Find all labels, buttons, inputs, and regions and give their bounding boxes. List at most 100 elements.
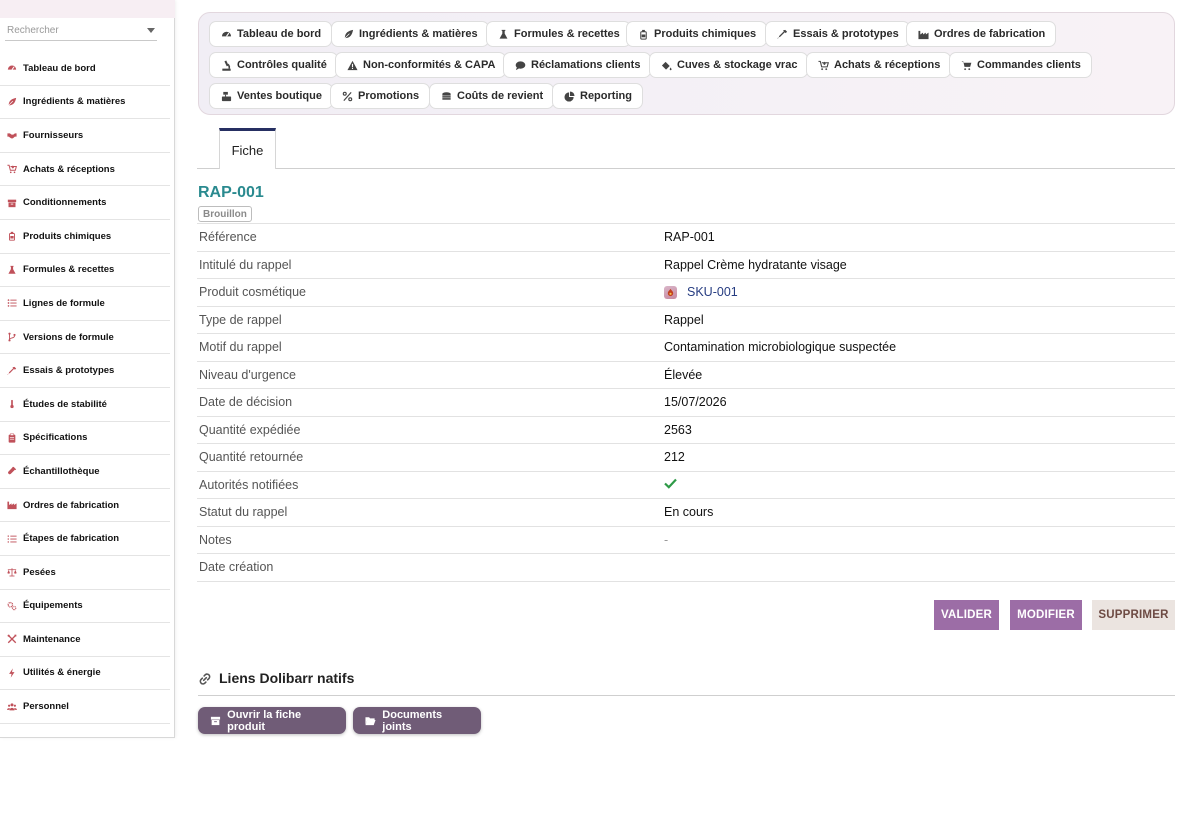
flask-icon xyxy=(6,264,18,276)
sidebar-item-0[interactable]: Tableau de bord xyxy=(0,52,170,86)
sidebar-item-15[interactable]: Pesées xyxy=(0,556,170,590)
sidebar-item-label: Ingrédients & matières xyxy=(23,96,126,108)
top-menu-button-9[interactable]: Cuves & stockage vrac xyxy=(649,52,809,78)
field-label: Intitulé du rappel xyxy=(199,257,292,272)
field-label: Quantité expédiée xyxy=(199,422,301,437)
gears-icon xyxy=(6,600,18,612)
bolt-icon xyxy=(6,667,18,679)
field-row: Autorités notifiées xyxy=(197,472,1175,499)
chevron-down-icon[interactable] xyxy=(147,27,155,33)
sidebar-item-6[interactable]: Formules & recettes xyxy=(0,254,170,288)
top-menu-button-10[interactable]: Achats & réceptions xyxy=(806,52,952,78)
comment-icon xyxy=(514,59,526,71)
documents-button[interactable]: Documents joints xyxy=(353,707,481,734)
sidebar-item-label: Pesées xyxy=(23,566,56,578)
sidebar-item-14[interactable]: Étapes de fabrication xyxy=(0,522,170,556)
top-menu-button-5[interactable]: Ordres de fabrication xyxy=(906,21,1057,47)
top-menu-button-14[interactable]: Coûts de revient xyxy=(429,83,555,109)
top-menu-button-label: Cuves & stockage vrac xyxy=(677,59,798,71)
field-value xyxy=(664,478,1175,492)
top-menu-button-1[interactable]: Ingrédients & matières xyxy=(331,21,489,47)
top-menu-button-2[interactable]: Formules & recettes xyxy=(486,21,631,47)
top-menu-button-11[interactable]: Commandes clients xyxy=(949,52,1092,78)
sidebar-item-5[interactable]: Produits chimiques xyxy=(0,220,170,254)
top-menu-button-label: Tableau de bord xyxy=(237,28,322,40)
percent-icon xyxy=(341,90,353,102)
top-menu-button-label: Coûts de revient xyxy=(457,90,544,102)
chemical-bottle-icon xyxy=(6,230,18,242)
link-icon xyxy=(198,672,212,686)
search-input[interactable] xyxy=(7,24,137,36)
handshake-icon xyxy=(6,129,18,141)
field-value: En cours xyxy=(664,505,714,520)
sidebar-item-10[interactable]: Études de stabilité xyxy=(0,388,170,422)
sidebar-item-1[interactable]: Ingrédients & matières xyxy=(0,86,170,120)
top-menu-button-label: Produits chimiques xyxy=(654,28,757,40)
sidebar: Tableau de bord Ingrédients & matières Fou… xyxy=(0,0,175,738)
eyedropper-icon xyxy=(776,28,788,40)
tabs-bar: Fiche xyxy=(197,128,1175,169)
top-menu-button-7[interactable]: Non-conformités & CAPA xyxy=(335,52,507,78)
sidebar-item-label: Lignes de formule xyxy=(23,297,105,309)
field-row: Référence RAP-001 xyxy=(197,224,1175,252)
sidebar-item-label: Versions de formule xyxy=(23,331,114,343)
tab-fiche[interactable]: Fiche xyxy=(219,128,276,169)
sidebar-item-2[interactable]: Fournisseurs xyxy=(0,119,170,153)
top-menu-button-8[interactable]: Réclamations clients xyxy=(503,52,652,78)
factory-icon xyxy=(917,28,929,40)
sidebar-item-7[interactable]: Lignes de formule xyxy=(0,287,170,321)
scale-icon xyxy=(6,566,18,578)
delete-button[interactable]: SUPPRIMER xyxy=(1092,600,1175,630)
top-menu-button-0[interactable]: Tableau de bord xyxy=(209,21,333,47)
top-menu-button-15[interactable]: Reporting xyxy=(552,83,643,109)
top-menu-button-12[interactable]: Ventes boutique xyxy=(209,83,333,109)
field-label: Type de rappel xyxy=(199,312,282,327)
sidebar-item-17[interactable]: Maintenance xyxy=(0,623,170,657)
field-value: Élevée xyxy=(664,367,703,382)
pie-chart-icon xyxy=(563,90,575,102)
sidebar-item-13[interactable]: Ordres de fabrication xyxy=(0,489,170,523)
validate-button[interactable]: VALIDER xyxy=(934,600,999,630)
top-menu-button-label: Réclamations clients xyxy=(531,59,641,71)
top-menu-button-label: Reporting xyxy=(580,90,632,102)
field-label: Niveau d'urgence xyxy=(199,367,296,382)
field-label: Date de décision xyxy=(199,395,293,410)
field-label: Autorités notifiées xyxy=(199,477,299,492)
sidebar-item-label: Conditionnements xyxy=(23,197,107,209)
branch-icon xyxy=(6,331,18,343)
sidebar-item-16[interactable]: Équipements xyxy=(0,590,170,624)
top-menu-button-3[interactable]: Produits chimiques xyxy=(626,21,768,47)
top-menu-button-6[interactable]: Contrôles qualité xyxy=(209,52,338,78)
coins-icon xyxy=(440,90,452,102)
top-menu-button-label: Formules & recettes xyxy=(514,28,620,40)
edit-button[interactable]: MODIFIER xyxy=(1010,600,1082,630)
record-fields-table: Référence RAP-001 Intitulé du rappel Rappel… xyxy=(197,223,1175,582)
users-icon xyxy=(6,701,18,713)
field-label: Référence xyxy=(199,230,257,245)
dashboard-icon xyxy=(220,28,232,40)
tools-icon xyxy=(6,633,18,645)
product-icon xyxy=(664,285,677,299)
sidebar-item-label: Essais & prototypes xyxy=(23,365,115,377)
sidebar-item-11[interactable]: Spécifications xyxy=(0,422,170,456)
sidebar-item-12[interactable]: Échantillothèque xyxy=(0,455,170,489)
field-row: Type de rappel Rappel xyxy=(197,307,1175,334)
field-label: Date création xyxy=(199,560,274,575)
sidebar-item-3[interactable]: Achats & réceptions xyxy=(0,153,170,187)
sidebar-item-9[interactable]: Essais & prototypes xyxy=(0,354,170,388)
sidebar-item-19[interactable]: Personnel xyxy=(0,690,170,724)
cash-register-icon xyxy=(220,90,232,102)
sidebar-item-label: Personnel xyxy=(23,701,69,713)
open-product-button[interactable]: Ouvrir la fiche produit xyxy=(198,707,346,734)
search-select[interactable] xyxy=(5,20,157,41)
sidebar-item-18[interactable]: Utilités & énergie xyxy=(0,657,170,691)
fill-drip-icon xyxy=(660,59,672,71)
top-menu-button-4[interactable]: Essais & prototypes xyxy=(765,21,910,47)
sidebar-item-8[interactable]: Versions de formule xyxy=(0,321,170,355)
sidebar-top-band xyxy=(0,0,175,18)
sidebar-item-4[interactable]: Conditionnements xyxy=(0,186,170,220)
top-menu-button-label: Achats & réceptions xyxy=(834,59,941,71)
top-menu-button-13[interactable]: Promotions xyxy=(330,83,431,109)
product-link[interactable]: SKU-001 xyxy=(687,285,738,299)
sidebar-item-label: Fournisseurs xyxy=(23,129,84,141)
